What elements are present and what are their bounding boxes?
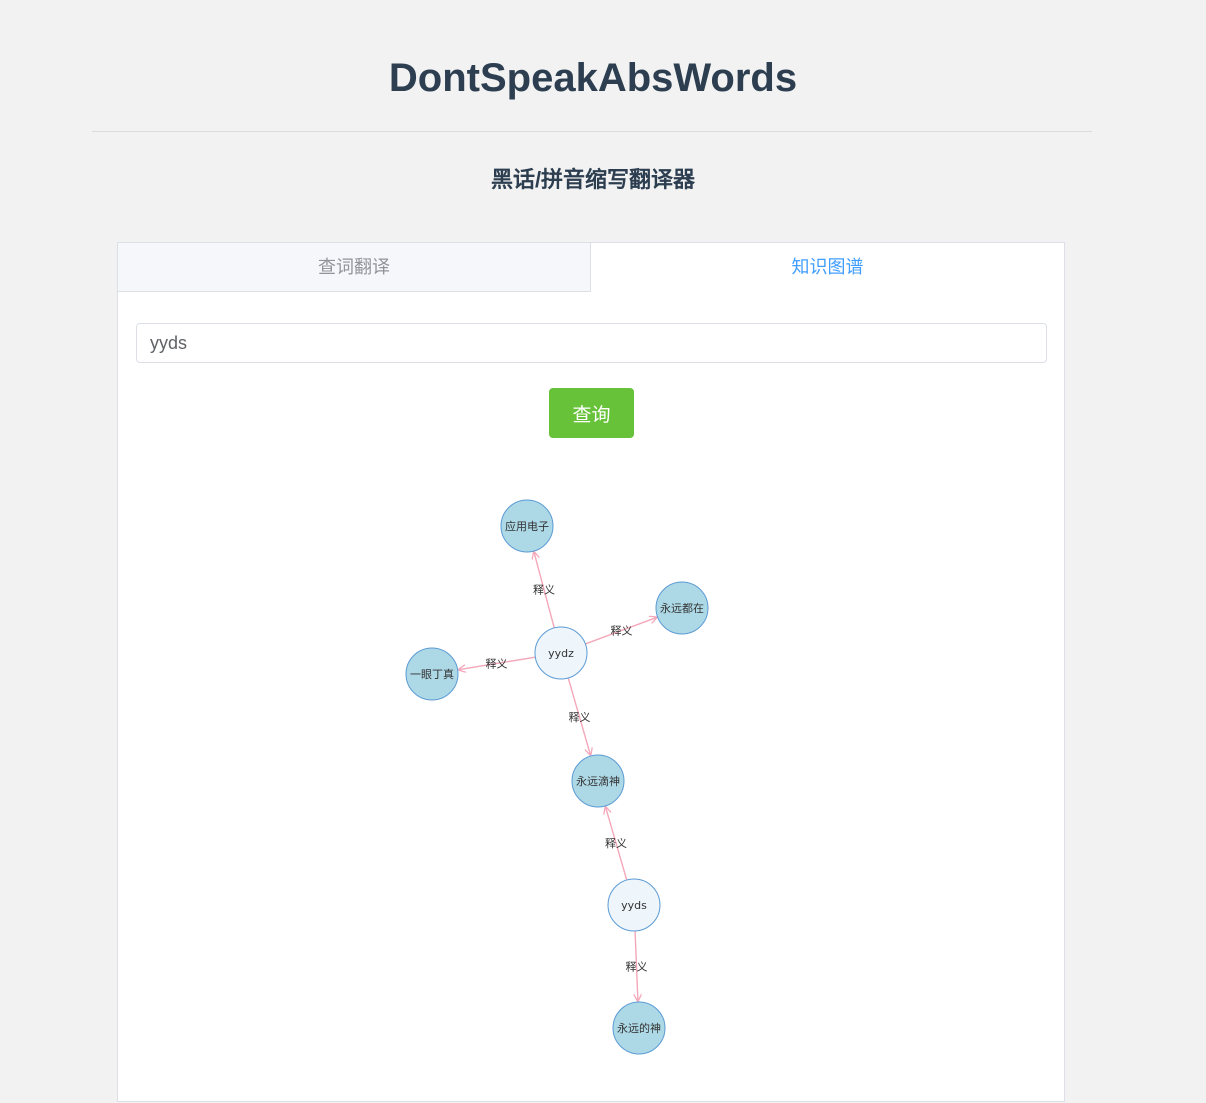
graph-node-label: 应用电子 xyxy=(505,519,549,533)
graph-edge xyxy=(567,677,590,755)
graph-node-label: yydz xyxy=(548,647,574,660)
graph-node-label: 永远滴神 xyxy=(576,774,620,788)
page-subtitle: 黑话/拼音缩写翻译器 xyxy=(490,167,696,192)
header-divider xyxy=(92,131,1092,132)
graph-node-label: 永远的神 xyxy=(617,1021,661,1035)
graph-edge xyxy=(459,656,536,669)
graph-edge xyxy=(585,617,656,645)
knowledge-graph: 释义释义释义释义释义释义 yydzyyds应用电子永远都在一眼丁真永远滴神永远的… xyxy=(405,499,709,1055)
search-input[interactable] xyxy=(136,323,1047,363)
tab-bar: 查词翻译 知识图谱 xyxy=(118,243,1064,292)
graph-node-label: yyds xyxy=(621,899,647,912)
graph-edge xyxy=(606,807,628,881)
graph-edge xyxy=(635,930,638,1001)
tab-knowledge-graph[interactable]: 知识图谱 xyxy=(591,243,1064,292)
app-title: DontSpeakAbsWords xyxy=(388,56,798,100)
graph-edge-label: 释义 xyxy=(569,711,591,724)
graph-edge-label: 释义 xyxy=(611,625,633,638)
tab-translate[interactable]: 查词翻译 xyxy=(118,243,591,292)
graph-edge-label: 释义 xyxy=(533,584,555,597)
graph-edge-label: 释义 xyxy=(605,837,627,850)
graph-node-term[interactable]: yyds xyxy=(607,878,661,932)
graph-node-meaning[interactable]: 永远都在 xyxy=(655,581,709,635)
graph-edge xyxy=(534,552,555,629)
graph-edge-label: 释义 xyxy=(626,961,648,974)
graph-node-label: 一眼丁真 xyxy=(410,667,454,681)
query-button[interactable]: 查询 xyxy=(549,388,634,438)
graph-node-meaning[interactable]: 应用电子 xyxy=(500,499,554,553)
graph-node-meaning[interactable]: 永远的神 xyxy=(612,1001,666,1055)
graph-edge-label: 释义 xyxy=(486,658,508,671)
graph-node-meaning[interactable]: 永远滴神 xyxy=(571,754,625,808)
graph-node-meaning[interactable]: 一眼丁真 xyxy=(405,647,459,701)
graph-node-term[interactable]: yydz xyxy=(534,626,588,680)
main-card: 查词翻译 知识图谱 查询 释义释义释义释义释义释义 yydzyyds应用电子永远… xyxy=(117,242,1065,1102)
graph-node-label: 永远都在 xyxy=(660,601,704,615)
